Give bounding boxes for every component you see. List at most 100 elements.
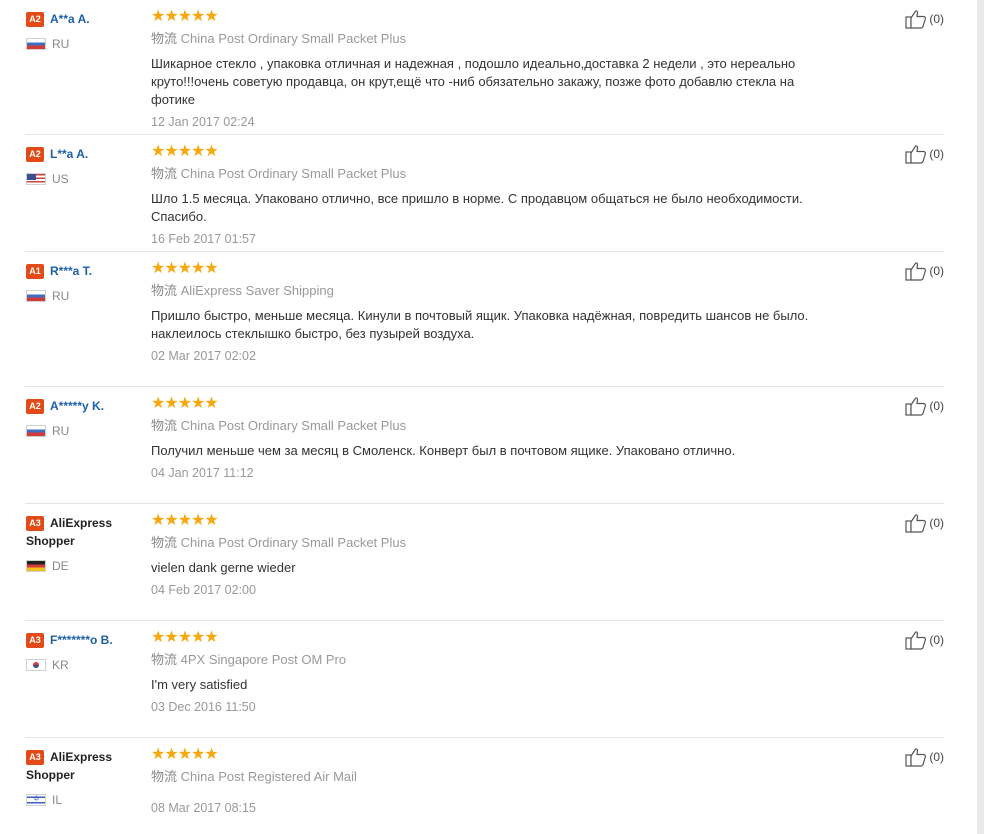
reviewer-info: A2 L**a A. US bbox=[26, 145, 144, 187]
logistics-info: 物流 4PX Singapore Post OM Pro bbox=[151, 652, 841, 668]
logistics-method: China Post Registered Air Mail bbox=[180, 769, 357, 784]
country-flag-icon bbox=[26, 38, 46, 50]
helpful-button[interactable]: (0) bbox=[905, 513, 944, 533]
country-code: IL bbox=[52, 793, 63, 807]
helpful-count: (0) bbox=[929, 12, 944, 26]
logistics-label: 物流 bbox=[151, 166, 178, 181]
reviewer-name-line: A2 L**a A. bbox=[26, 145, 144, 163]
review-date: 03 Dec 2016 11:50 bbox=[151, 700, 256, 714]
reviewer-info: A3 F*******o B. KR bbox=[26, 631, 144, 673]
review-date: 02 Mar 2017 02:02 bbox=[151, 349, 256, 363]
review-text: vielen dank gerne wieder bbox=[151, 560, 296, 575]
helpful-button[interactable]: (0) bbox=[905, 144, 944, 164]
reviewer-country: DE bbox=[26, 558, 144, 574]
review-item: A2 A*****y K. RU ★★★★★ 物流 China Post Ordi… bbox=[25, 387, 944, 504]
reviewer-name[interactable]: L**a A. bbox=[50, 147, 88, 161]
review-item: A3 AliExpress Shopper DE ★★★★★ 物流 China P… bbox=[25, 504, 944, 621]
review-text: Шикарное стекло , упаковка отличная и на… bbox=[151, 56, 796, 107]
reviewer-name-line: A1 R***a T. bbox=[26, 262, 144, 280]
thumbs-up-icon[interactable] bbox=[905, 9, 927, 29]
review-content: ★★★★★ 物流 4PX Singapore Post OM Pro I'm v… bbox=[151, 629, 841, 716]
country-code: RU bbox=[52, 424, 70, 438]
reviewer-country: IL bbox=[26, 792, 144, 808]
star-rating: ★★★★★ bbox=[151, 395, 219, 412]
review-date: 04 Feb 2017 02:00 bbox=[151, 583, 256, 597]
scrollbar[interactable] bbox=[977, 0, 984, 834]
reviewer-name[interactable]: F*******o B. bbox=[50, 633, 113, 647]
thumbs-up-icon[interactable] bbox=[905, 144, 927, 164]
review-item: A2 A**a A. RU ★★★★★ 物流 China Post Ordinar… bbox=[25, 0, 944, 135]
reviewer-name-line: A2 A**a A. bbox=[26, 10, 144, 28]
review-item: A1 R***a T. RU ★★★★★ 物流 AliExpress Saver … bbox=[25, 252, 944, 387]
star-rating: ★★★★★ bbox=[151, 8, 219, 25]
reviewer-name-line: A3 AliExpress Shopper bbox=[26, 748, 144, 784]
star-rating: ★★★★★ bbox=[151, 260, 219, 277]
review-text: Получил меньше чем за месяц в Смоленск. … bbox=[151, 443, 736, 458]
logistics-info: 物流 China Post Ordinary Small Packet Plus bbox=[151, 166, 841, 182]
country-flag-icon bbox=[26, 659, 46, 671]
helpful-button[interactable]: (0) bbox=[905, 9, 944, 29]
reviewer-name[interactable]: A*****y K. bbox=[50, 399, 104, 413]
helpful-count: (0) bbox=[929, 147, 944, 161]
helpful-button[interactable]: (0) bbox=[905, 396, 944, 416]
country-code: RU bbox=[52, 37, 70, 51]
logistics-info: 物流 China Post Ordinary Small Packet Plus bbox=[151, 418, 841, 434]
review-item: A3AliExpress Shopper IL ★★★★★ 物流 China P… bbox=[25, 738, 944, 834]
helpful-count: (0) bbox=[929, 633, 944, 647]
buyer-level-badge: A3 bbox=[26, 633, 44, 648]
reviewer-info: A1 R***a T. RU bbox=[26, 262, 144, 304]
reviewer-country: US bbox=[26, 171, 144, 187]
feedback-list: A2 A**a A. RU ★★★★★ 物流 China Post Ordinar… bbox=[25, 0, 944, 834]
logistics-method: China Post Ordinary Small Packet Plus bbox=[180, 166, 407, 181]
helpful-button[interactable]: (0) bbox=[905, 747, 944, 767]
review-content: ★★★★★ 物流 China Post Ordinary Small Packe… bbox=[151, 512, 841, 599]
reviewer-country: RU bbox=[26, 423, 144, 439]
star-rating: ★★★★★ bbox=[151, 629, 219, 646]
thumbs-up-icon[interactable] bbox=[905, 747, 927, 767]
star-rating: ★★★★★ bbox=[151, 512, 219, 529]
reviewer-info: A2 A**a A. RU bbox=[26, 10, 144, 52]
country-flag-icon bbox=[26, 794, 46, 806]
helpful-button[interactable]: (0) bbox=[905, 630, 944, 650]
logistics-method: China Post Ordinary Small Packet Plus bbox=[180, 418, 407, 433]
thumbs-up-icon[interactable] bbox=[905, 261, 927, 281]
logistics-info: 物流 AliExpress Saver Shipping bbox=[151, 283, 841, 299]
reviewer-info: A3AliExpress Shopper IL bbox=[26, 748, 144, 808]
thumbs-up-icon[interactable] bbox=[905, 630, 927, 650]
review-date: 12 Jan 2017 02:24 bbox=[151, 115, 255, 129]
country-flag-icon bbox=[26, 560, 46, 572]
reviewer-country: RU bbox=[26, 36, 144, 52]
review-content: ★★★★★ 物流 China Post Ordinary Small Packe… bbox=[151, 395, 841, 482]
country-flag-icon bbox=[26, 425, 46, 437]
buyer-level-badge: A2 bbox=[26, 12, 44, 27]
review-content: ★★★★★ 物流 China Post Ordinary Small Packe… bbox=[151, 143, 841, 248]
thumbs-up-icon[interactable] bbox=[905, 513, 927, 533]
reviewer-country: RU bbox=[26, 288, 144, 304]
review-item: A2 L**a A. US ★★★★★ 物流 China Post Ordinar… bbox=[25, 135, 944, 252]
reviewer-name-line: A2 A*****y K. bbox=[26, 397, 144, 415]
buyer-level-badge: A1 bbox=[26, 264, 44, 279]
country-code: US bbox=[52, 172, 69, 186]
logistics-method: China Post Ordinary Small Packet Plus bbox=[180, 31, 407, 46]
country-code: RU bbox=[52, 289, 70, 303]
logistics-label: 物流 bbox=[151, 769, 178, 784]
review-date: 08 Mar 2017 08:15 bbox=[151, 801, 256, 815]
buyer-level-badge: A3 bbox=[26, 750, 44, 765]
reviewer-info: A3 AliExpress Shopper DE bbox=[26, 514, 144, 574]
country-flag-icon bbox=[26, 290, 46, 302]
buyer-level-badge: A3 bbox=[26, 516, 44, 531]
country-flag-icon bbox=[26, 173, 46, 185]
review-date: 16 Feb 2017 01:57 bbox=[151, 232, 256, 246]
reviewer-name[interactable]: A**a A. bbox=[50, 12, 90, 26]
reviewer-country: KR bbox=[26, 657, 144, 673]
reviewer-name[interactable]: R***a T. bbox=[50, 264, 92, 278]
buyer-level-badge: A2 bbox=[26, 399, 44, 414]
buyer-level-badge: A2 bbox=[26, 147, 44, 162]
helpful-count: (0) bbox=[929, 750, 944, 764]
review-text: Шло 1.5 месяца. Упаковано отлично, все п… bbox=[151, 191, 803, 224]
star-rating: ★★★★★ bbox=[151, 143, 219, 160]
feedback-page: A2 A**a A. RU ★★★★★ 物流 China Post Ordinar… bbox=[0, 0, 984, 834]
thumbs-up-icon[interactable] bbox=[905, 396, 927, 416]
helpful-button[interactable]: (0) bbox=[905, 261, 944, 281]
country-code: KR bbox=[52, 658, 69, 672]
